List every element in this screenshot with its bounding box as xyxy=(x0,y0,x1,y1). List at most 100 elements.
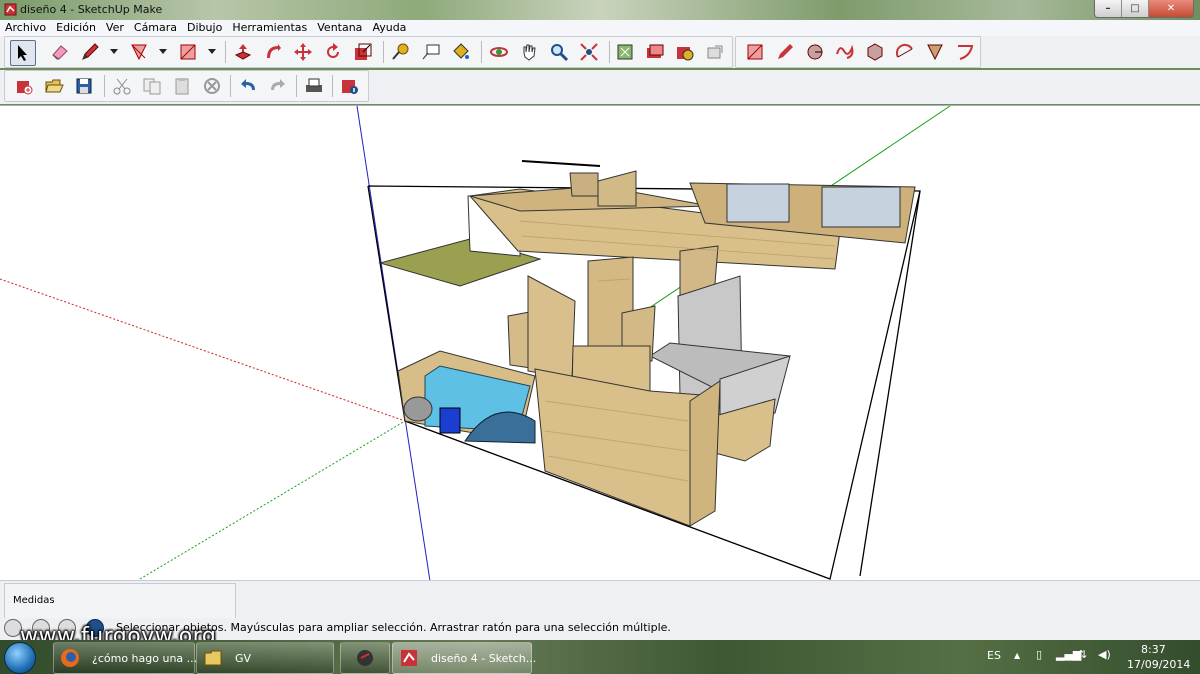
arc-2pt-tool[interactable] xyxy=(893,40,917,64)
sandbox-pencil-tool[interactable] xyxy=(773,40,797,64)
roof-line xyxy=(521,160,601,167)
arc-2pt-icon xyxy=(895,43,913,58)
cut-icon xyxy=(113,78,131,95)
open-icon xyxy=(45,79,64,93)
move-tool[interactable] xyxy=(291,40,315,64)
menu-ayuda[interactable]: Ayuda xyxy=(367,20,411,36)
select-tool[interactable] xyxy=(10,40,36,66)
close-button[interactable]: ✕ xyxy=(1149,0,1193,17)
warehouse-tool[interactable] xyxy=(643,40,667,64)
zoom-tool[interactable] xyxy=(547,40,571,64)
menu-dibujo[interactable]: Dibujo xyxy=(182,20,227,36)
door-panel xyxy=(689,380,721,527)
model-info-icon xyxy=(342,80,358,94)
separator xyxy=(481,41,482,63)
new-button[interactable] xyxy=(12,74,36,98)
task-sketchup[interactable]: diseño 4 - Sketch... xyxy=(392,642,536,674)
sandbox-circle-tool[interactable] xyxy=(803,40,827,64)
rectangle-dropdown[interactable] xyxy=(208,49,216,54)
axis-green-negative xyxy=(139,420,406,580)
paint-bucket-icon xyxy=(453,43,469,59)
move-icon xyxy=(294,43,312,61)
new-icon xyxy=(17,81,33,95)
arc-dropdown[interactable] xyxy=(159,49,167,54)
orbit-icon xyxy=(490,47,508,57)
redo-button[interactable] xyxy=(266,74,290,98)
map-tool[interactable] xyxy=(613,40,637,64)
arc-3pt-icon xyxy=(958,45,974,60)
menu-camara[interactable]: Cámara xyxy=(129,20,182,36)
pie-tool[interactable] xyxy=(923,40,947,64)
scale-icon xyxy=(355,43,372,60)
freehand-tool[interactable] xyxy=(833,40,857,64)
orbit-tool[interactable] xyxy=(487,40,511,64)
task-firefox[interactable]: ¿cómo hago una ... xyxy=(53,642,197,674)
copy-button[interactable] xyxy=(140,74,164,98)
windows-taskbar: ¿cómo hago una ... GV diseño 4 - Sketch.… xyxy=(0,640,1200,674)
language-indicator[interactable]: ES xyxy=(987,649,1001,662)
components-icon xyxy=(677,47,694,61)
pencil-tool[interactable] xyxy=(78,40,102,64)
task-sketchup-label: diseño 4 - Sketch... xyxy=(431,652,537,665)
clock-date[interactable]: 17/09/2014 xyxy=(1127,658,1190,671)
clock-time[interactable]: 8:37 xyxy=(1141,643,1166,656)
minimize-button[interactable]: – xyxy=(1095,0,1122,17)
undo-button[interactable] xyxy=(236,74,260,98)
menu-ver[interactable]: Ver xyxy=(101,20,129,36)
measurements-box[interactable]: Medidas xyxy=(4,583,236,619)
rectangle-tool[interactable] xyxy=(176,40,200,64)
task-folder-label: GV xyxy=(235,652,252,665)
share-model-tool[interactable] xyxy=(703,40,727,64)
pan-tool[interactable] xyxy=(517,40,541,64)
zoom-extents-tool[interactable] xyxy=(577,40,601,64)
menu-ventana[interactable]: Ventana xyxy=(312,20,367,36)
tape-tool[interactable] xyxy=(389,40,413,64)
polygon-tool[interactable] xyxy=(863,40,887,64)
paint-tool[interactable] xyxy=(449,40,473,64)
start-button[interactable] xyxy=(4,642,36,674)
pencil-dropdown[interactable] xyxy=(110,49,118,54)
separator xyxy=(230,75,231,97)
task-folder[interactable]: GV xyxy=(196,642,334,674)
text-tool[interactable] xyxy=(419,40,443,64)
sandbox-contours-tool[interactable] xyxy=(743,40,767,64)
menu-archivo[interactable]: Archivo xyxy=(0,20,51,36)
delete-button[interactable] xyxy=(200,74,224,98)
tray-arrow-icon[interactable]: ▲ xyxy=(1014,651,1020,660)
main-toolbar xyxy=(0,36,1200,68)
model-info-button[interactable] xyxy=(338,74,362,98)
scale-tool[interactable] xyxy=(351,40,375,64)
pencil-icon xyxy=(82,43,99,60)
pushpull-icon xyxy=(234,44,252,60)
battery-icon[interactable]: ▯ xyxy=(1036,648,1042,661)
menu-herramientas[interactable]: Herramientas xyxy=(227,20,312,36)
volume-icon[interactable]: ◀) xyxy=(1098,648,1111,661)
rotate-tool[interactable] xyxy=(321,40,345,64)
pie-icon xyxy=(927,44,943,61)
rectangle-icon xyxy=(180,44,196,60)
drawing-area[interactable] xyxy=(0,105,1200,581)
polygon-icon xyxy=(867,43,883,61)
followme-tool[interactable] xyxy=(261,40,285,64)
top-post-right xyxy=(597,170,637,207)
measurements-label: Medidas xyxy=(13,595,55,606)
eraser-tool[interactable] xyxy=(48,40,72,64)
components-tool[interactable] xyxy=(673,40,697,64)
undo-icon xyxy=(241,79,255,90)
sketchup-task-icon xyxy=(401,650,417,666)
maximize-button[interactable]: □ xyxy=(1122,0,1149,17)
axis-red-negative xyxy=(0,278,406,422)
axes xyxy=(0,106,951,581)
network-icon[interactable]: ⇅ xyxy=(1078,648,1087,661)
print-button[interactable] xyxy=(302,74,326,98)
paste-button[interactable] xyxy=(170,74,194,98)
arc-tool[interactable] xyxy=(127,40,151,64)
task-app[interactable] xyxy=(340,642,390,674)
save-icon xyxy=(76,78,92,94)
cut-button[interactable] xyxy=(110,74,134,98)
save-button[interactable] xyxy=(72,74,96,98)
menu-edicion[interactable]: Edición xyxy=(51,20,101,36)
pushpull-tool[interactable] xyxy=(231,40,255,64)
arc-3pt-tool[interactable] xyxy=(953,40,977,64)
open-button[interactable] xyxy=(42,74,66,98)
